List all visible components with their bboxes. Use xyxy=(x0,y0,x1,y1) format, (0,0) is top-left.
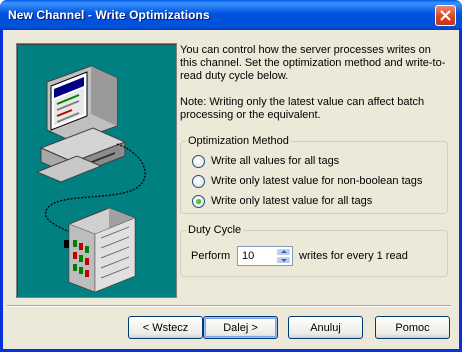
radio-write-all-values[interactable]: Write all values for all tags xyxy=(192,154,339,168)
title-bar[interactable]: New Channel - Write Optimizations xyxy=(0,0,462,30)
description-text: You can control how the server processes… xyxy=(180,44,448,135)
dialog-client-area: You can control how the server processes… xyxy=(3,30,459,349)
radio-label: Write all values for all tags xyxy=(211,155,340,167)
cancel-button[interactable]: Anuluj xyxy=(288,316,363,339)
radio-button-selected[interactable] xyxy=(192,194,205,208)
description-paragraph-1: You can control how the server processes… xyxy=(180,44,446,82)
radio-write-latest-non-boolean[interactable]: Write only latest value for non-boolean … xyxy=(192,174,422,188)
close-icon xyxy=(440,10,451,21)
radio-label: Write only latest value for all tags xyxy=(211,195,373,207)
optimization-method-group: Optimization Method Write all values for… xyxy=(180,135,448,214)
radio-write-latest-all-tags[interactable]: Write only latest value for all tags xyxy=(192,194,372,208)
help-button[interactable]: Pomoc xyxy=(375,316,450,339)
computer-and-device-illustration xyxy=(35,65,146,293)
radio-button[interactable] xyxy=(192,154,205,168)
dialog-window: New Channel - Write Optimizations You ca… xyxy=(0,0,462,352)
duty-cycle-suffix: writes for every 1 read xyxy=(299,250,408,262)
back-button[interactable]: < Wstecz xyxy=(128,316,203,339)
duty-cycle-spinbox[interactable]: 10 xyxy=(237,246,293,266)
wizard-illustration xyxy=(16,43,177,298)
button-separator xyxy=(7,305,451,307)
duty-cycle-prefix: Perform xyxy=(191,250,231,262)
window-title: New Channel - Write Optimizations xyxy=(8,8,210,22)
next-button[interactable]: Dalej > xyxy=(203,316,278,339)
description-paragraph-2: Note: Writing only the latest value can … xyxy=(180,96,425,121)
optimization-method-legend: Optimization Method xyxy=(186,135,291,147)
spin-down-button[interactable] xyxy=(276,256,291,264)
radio-button[interactable] xyxy=(192,174,205,188)
duty-cycle-legend: Duty Cycle xyxy=(186,224,244,236)
duty-cycle-value[interactable]: 10 xyxy=(242,250,254,262)
duty-cycle-group: Duty Cycle Perform 10 writes for every 1… xyxy=(180,224,448,277)
spin-up-button[interactable] xyxy=(276,248,291,256)
close-button[interactable] xyxy=(435,5,456,26)
radio-label: Write only latest value for non-boolean … xyxy=(211,175,423,187)
spin-buttons xyxy=(276,248,291,264)
